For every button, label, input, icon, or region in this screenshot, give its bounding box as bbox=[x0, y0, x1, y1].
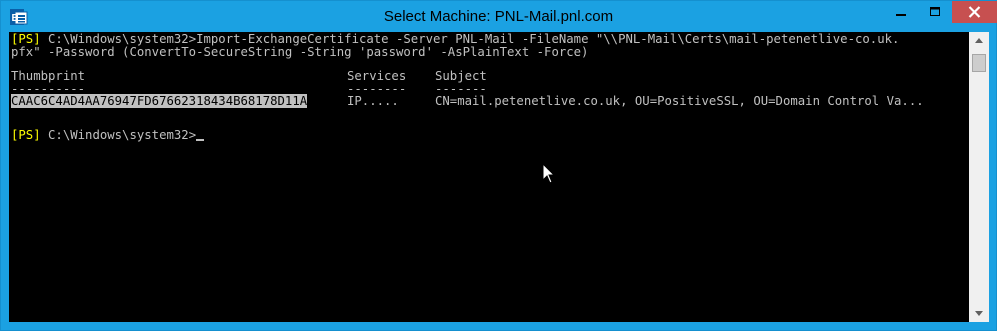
row-services: IP..... bbox=[347, 94, 399, 108]
minimize-icon bbox=[896, 14, 906, 16]
window-title: Select Machine: PNL-Mail.pnl.com bbox=[383, 8, 614, 25]
scroll-down-button[interactable] bbox=[969, 305, 989, 322]
scrollbar-thumb[interactable] bbox=[972, 54, 986, 72]
table-row: CAAC6C4AD4AA76947FD67662318434B68178D11A bbox=[11, 94, 308, 108]
command-line-2: pfx" -Password (ConvertTo-SecureString -… bbox=[11, 46, 588, 59]
powershell-window: E Select Machine: PNL-Mail.pnl.com [PS] … bbox=[0, 0, 997, 331]
command-text: C:\Windows\system32>Import-ExchangeCerti… bbox=[40, 32, 900, 46]
prompt-tag-2: [PS] bbox=[11, 128, 41, 142]
prompt-tag: [PS] bbox=[11, 32, 41, 46]
title-bar[interactable]: E Select Machine: PNL-Mail.pnl.com bbox=[1, 1, 997, 32]
chevron-up-icon bbox=[975, 38, 983, 43]
scroll-up-button[interactable] bbox=[969, 32, 989, 49]
console-output[interactable]: [PS] C:\Windows\system32>Import-Exchange… bbox=[9, 32, 969, 322]
vertical-scrollbar[interactable] bbox=[969, 32, 989, 322]
command-continuation: pfx" -Password (ConvertTo-SecureString -… bbox=[11, 45, 589, 59]
minimize-button[interactable] bbox=[884, 1, 918, 23]
command-prompt: [PS] C:\Windows\system32> bbox=[11, 128, 205, 142]
maximize-icon bbox=[930, 7, 940, 16]
close-icon bbox=[968, 6, 981, 18]
mouse-pointer-icon bbox=[542, 163, 556, 184]
text-cursor bbox=[196, 139, 205, 141]
maximize-button[interactable] bbox=[918, 1, 952, 23]
chevron-down-icon bbox=[975, 311, 983, 316]
prompt-path: C:\Windows\system32> bbox=[40, 128, 197, 142]
close-button[interactable] bbox=[952, 1, 997, 23]
selected-thumbprint[interactable]: CAAC6C4AD4AA76947FD67662318434B68178D11A bbox=[11, 94, 308, 108]
row-subject: CN=mail.petenetlive.co.uk, OU=PositiveSS… bbox=[435, 94, 924, 108]
